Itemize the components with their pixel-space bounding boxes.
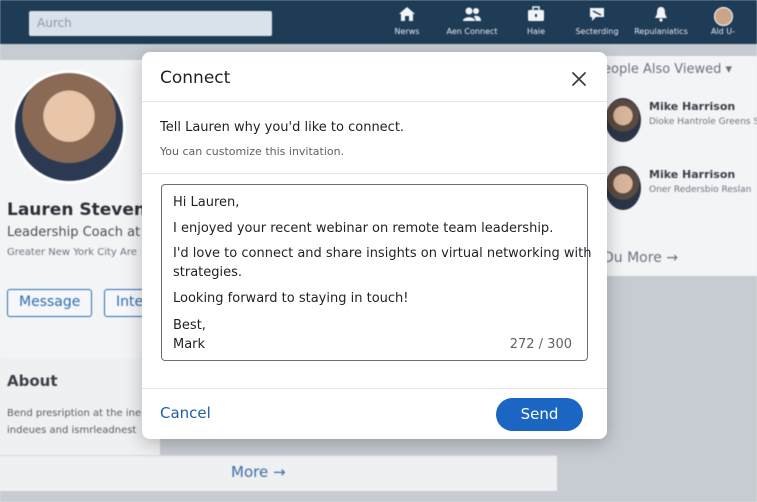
nav-item-notifications[interactable]: Repulaniatics <box>630 6 692 42</box>
message-line: Mark <box>173 337 206 352</box>
messaging-icon <box>566 6 628 26</box>
nav-label: Nerws <box>394 27 420 36</box>
person-description: Oner Redersbio Reslan <box>649 185 752 195</box>
cancel-button[interactable]: Cancel <box>160 404 211 422</box>
close-icon <box>572 72 586 86</box>
dialog-header: Connect <box>142 52 607 102</box>
nav-item-jobs[interactable]: Haie <box>505 6 567 42</box>
message-line: I enjoyed your recent webinar on remote … <box>173 221 554 236</box>
message-line: Looking forward to staying in touch! <box>173 291 409 306</box>
notifications-icon <box>630 6 692 26</box>
nav-item-home[interactable]: Nerws <box>376 6 438 42</box>
intro-subtext: You can customize this invitation. <box>160 145 345 158</box>
people-also-viewed-title[interactable]: eople Also Viewed ▾ <box>603 62 732 77</box>
about-title: About <box>7 372 58 390</box>
person-description: Dioke Hantrole Greens Strenples. <box>649 117 757 127</box>
nav-item-me[interactable]: Ald U- <box>692 6 754 42</box>
nav-label: Secterding <box>575 27 619 36</box>
me-icon <box>692 6 754 26</box>
connect-dialog: Connect Tell Lauren why you'd like to co… <box>142 52 607 439</box>
show-more-link[interactable]: Du More → <box>603 250 678 266</box>
avatar <box>713 7 733 26</box>
about-text: Bend presription at the ine indeues and … <box>7 405 147 439</box>
message-line: Hi Lauren, <box>173 195 240 210</box>
dialog-intro: Tell Lauren why you'd like to connect. Y… <box>142 102 607 174</box>
profile-name: Lauren Stevens <box>7 200 157 220</box>
jobs-icon <box>505 6 567 26</box>
message-line: I'd love to connect and share insights o… <box>173 246 592 261</box>
nav-item-messaging[interactable]: Secterding <box>566 6 628 42</box>
search-input[interactable]: Aurch <box>29 11 272 36</box>
message-button[interactable]: Message <box>7 289 93 317</box>
person-name: Mike Harrison <box>649 100 736 113</box>
nav-item-network[interactable]: Aen Connect <box>441 6 503 42</box>
about-line: indeues and ismrleadnest <box>7 425 137 436</box>
list-item[interactable]: Mike Harrison Oner Redersbio Reslan <box>605 166 757 216</box>
avatar <box>605 166 641 210</box>
profile-headline: Leadership Coach at I <box>7 225 149 240</box>
person-name: Mike Harrison <box>649 168 736 181</box>
nav-label: Ald U- <box>710 27 736 36</box>
profile-location: Greater New York City Are <box>7 247 137 258</box>
nav-label: Haie <box>526 27 546 36</box>
profile-photo <box>12 70 126 184</box>
intro-text: Tell Lauren why you'd like to connect. <box>160 120 405 135</box>
list-item[interactable]: Mike Harrison Dioke Hantrole Greens Stre… <box>605 98 757 148</box>
send-button[interactable]: Send <box>496 398 583 431</box>
network-icon <box>441 6 503 26</box>
more-link[interactable]: More → <box>231 463 286 481</box>
home-icon <box>376 6 438 26</box>
about-line: Bend presription at the ine <box>7 408 142 419</box>
message-line: Best, <box>173 318 206 333</box>
dialog-title: Connect <box>160 68 231 88</box>
nav-label: Aen Connect <box>446 27 498 36</box>
top-navigation-bar: Aurch Nerws Aen Connect Haie Secterding <box>0 0 757 44</box>
character-counter: 272 / 300 <box>509 337 572 352</box>
avatar <box>605 98 641 142</box>
nav-label: Repulaniatics <box>634 27 688 36</box>
close-button[interactable] <box>567 67 591 91</box>
message-textarea[interactable]: Hi Lauren, I enjoyed your recent webinar… <box>161 184 592 361</box>
message-line: strategies. <box>173 265 243 280</box>
